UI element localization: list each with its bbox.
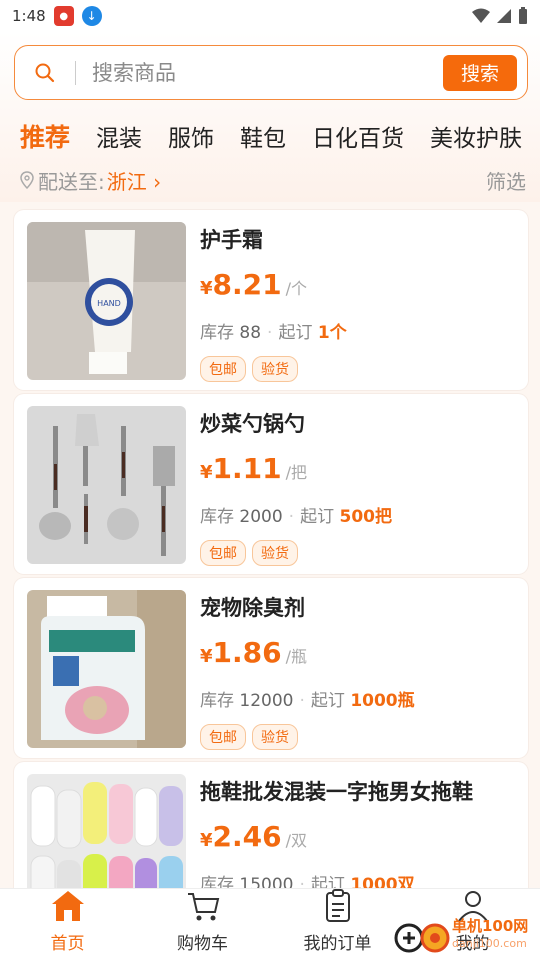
moq-label: 起订	[310, 691, 345, 711]
product-name: 拖鞋批发混装一字拖男女拖鞋	[200, 780, 473, 804]
moq-label: 起订	[300, 507, 335, 527]
tab-shoes-bags[interactable]: 鞋包	[240, 119, 286, 153]
shipping-label: 配送至:	[38, 169, 105, 194]
location-pin-icon	[20, 171, 34, 189]
notification-app-icon: ●	[53, 6, 74, 26]
product-card[interactable]: HAND 护手霜 ¥8.21/个 库存 88 · 起订 1个 包邮 验货	[14, 210, 528, 390]
product-card[interactable]: 宠物除臭剂 ¥1.86/瓶 库存 12000 · 起订 1000瓶 包邮 验货	[14, 578, 528, 758]
download-icon: ↓	[81, 6, 102, 26]
product-image-ladle	[27, 406, 186, 564]
stock-label: 库存	[200, 507, 234, 527]
price-unit: /把	[285, 463, 308, 482]
watermark-logo-icon	[394, 923, 450, 953]
stock-info: 库存 12000 · 起订 1000瓶	[200, 691, 415, 711]
status-bar: 1:48 ● ↓	[0, 0, 540, 32]
nav-cart-label: 购物车	[177, 934, 228, 954]
tag-inspection: 验货	[252, 540, 298, 566]
product-image-slippers	[27, 774, 186, 900]
product-name: 护手霜	[200, 228, 263, 252]
product-price: ¥1.86/瓶	[200, 636, 307, 669]
tab-mixed[interactable]: 混装	[96, 119, 142, 153]
battery-icon	[519, 7, 527, 24]
svg-text:HAND: HAND	[97, 299, 121, 308]
currency-symbol: ¥	[200, 462, 213, 483]
price-unit: /双	[285, 831, 308, 850]
watermark-sub: danji100.com	[452, 937, 527, 950]
moq-label: 起订	[278, 323, 313, 343]
tag-inspection: 验货	[252, 724, 298, 750]
shipping-row: 配送至: 浙江 › 筛选	[20, 166, 526, 194]
product-price: ¥2.46/双	[200, 820, 307, 853]
cart-icon	[187, 893, 219, 921]
category-tabs: 推荐 混装 服饰 鞋包 日化百货 美妆护肤	[0, 114, 540, 158]
nav-home-label: 首页	[50, 934, 85, 954]
currency-symbol: ¥	[200, 646, 213, 667]
stock-value: 88	[239, 323, 262, 343]
price-value: 8.21	[212, 268, 282, 301]
watermark-text: 单机100网 danji100.com	[452, 918, 528, 952]
wifi-icon	[472, 8, 490, 23]
tab-daily-goods[interactable]: 日化百货	[312, 119, 404, 153]
product-tags: 包邮 验货	[200, 356, 298, 382]
product-card[interactable]: 炒菜勺锅勺 ¥1.11/把 库存 2000 · 起订 500把 包邮 验货	[14, 394, 528, 574]
tag-free-shipping: 包邮	[200, 540, 246, 566]
status-indicators	[472, 7, 528, 25]
product-tags: 包邮 验货	[200, 724, 298, 750]
orders-icon	[325, 889, 350, 922]
status-time: 1:48	[12, 7, 46, 25]
stock-value: 12000	[239, 691, 294, 711]
nav-cart[interactable]: 购物车	[135, 889, 270, 960]
product-name: 宠物除臭剂	[200, 596, 305, 620]
watermark: 单机100网 danji100.com	[392, 914, 538, 956]
tab-apparel[interactable]: 服饰	[168, 119, 214, 153]
price-unit: /个	[285, 279, 308, 298]
home-icon	[51, 891, 84, 921]
tag-inspection: 验货	[252, 356, 298, 382]
shipping-region-selector[interactable]: 浙江 ›	[107, 166, 161, 195]
stock-label: 库存	[200, 323, 234, 343]
watermark-title: 单机100网	[452, 917, 529, 935]
search-button[interactable]: 搜索	[443, 54, 517, 91]
price-value: 1.86	[212, 636, 282, 669]
filter-button[interactable]: 筛选	[486, 166, 526, 195]
price-value: 1.11	[212, 452, 282, 485]
product-price: ¥8.21/个	[200, 268, 307, 301]
price-unit: /瓶	[285, 647, 308, 666]
moq-value: 500把	[339, 507, 392, 527]
nav-orders-label: 我的订单	[303, 934, 372, 954]
tag-free-shipping: 包邮	[200, 356, 246, 382]
tab-recommend[interactable]: 推荐	[20, 118, 70, 154]
currency-symbol: ¥	[200, 830, 213, 851]
product-image-hand-cream: HAND	[27, 222, 186, 380]
currency-symbol: ¥	[200, 278, 213, 299]
search-bar: 搜索	[14, 45, 528, 100]
product-image-pet-deodorizer	[27, 590, 186, 748]
product-price: ¥1.11/把	[200, 452, 307, 485]
moq-value: 1000瓶	[350, 691, 415, 711]
tab-beauty[interactable]: 美妆护肤	[430, 119, 522, 153]
signal-icon	[497, 9, 511, 23]
stock-value: 2000	[239, 507, 283, 527]
stock-label: 库存	[200, 691, 234, 711]
nav-home[interactable]: 首页	[0, 889, 135, 960]
product-tags: 包邮 验货	[200, 540, 298, 566]
search-input[interactable]	[76, 60, 443, 85]
tag-free-shipping: 包邮	[200, 724, 246, 750]
price-value: 2.46	[212, 820, 282, 853]
product-name: 炒菜勺锅勺	[200, 412, 305, 436]
moq-value: 1个	[317, 323, 347, 343]
stock-info: 库存 2000 · 起订 500把	[200, 507, 392, 527]
stock-info: 库存 88 · 起订 1个	[200, 323, 347, 343]
nav-orders[interactable]: 我的订单	[270, 889, 405, 960]
search-icon	[15, 62, 75, 84]
